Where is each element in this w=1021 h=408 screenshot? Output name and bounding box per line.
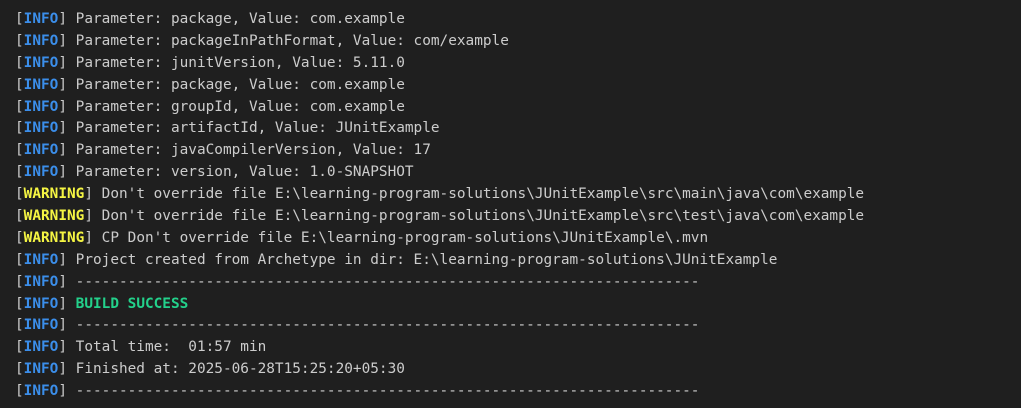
log-bracket-close: ] <box>58 361 67 378</box>
log-bracket-open: [ <box>15 295 24 312</box>
log-message: Parameter: junitVersion, Value: 5.11.0 <box>67 54 405 71</box>
log-bracket-close: ] <box>58 32 67 49</box>
log-bracket-open: [ <box>15 11 24 27</box>
log-message: Don't override file E:\learning-program-… <box>93 186 865 203</box>
log-message: Parameter: version, Value: 1.0-SNAPSHOT <box>67 164 414 181</box>
log-level-info: INFO <box>23 54 59 71</box>
log-level-warning: WARNING <box>23 186 85 203</box>
log-message: Don't override file E:\learning-program-… <box>93 208 865 225</box>
log-line: [INFO] ---------------------------------… <box>15 272 1021 294</box>
log-message: Parameter: artifactId, Value: JUnitExamp… <box>67 120 440 137</box>
log-message: ----------------------------------------… <box>67 317 700 334</box>
log-level-info: INFO <box>23 32 59 49</box>
log-message: ----------------------------------------… <box>67 383 700 400</box>
log-bracket-close: ] <box>58 295 67 312</box>
log-bracket-open: [ <box>15 186 24 203</box>
log-bracket-close: ] <box>58 11 67 27</box>
log-bracket-open: [ <box>15 339 24 356</box>
log-message: Parameter: groupId, Value: com.example <box>67 98 405 115</box>
log-line: [INFO] ---------------------------------… <box>15 315 1021 337</box>
log-line: [INFO] Parameter: packageInPathFormat, V… <box>15 31 1021 53</box>
log-bracket-close: ] <box>58 251 67 268</box>
log-line: [INFO] Parameter: package, Value: com.ex… <box>15 75 1021 97</box>
log-line: [INFO] Parameter: package, Value: com.ex… <box>15 9 1021 31</box>
log-line: [INFO] ---------------------------------… <box>15 381 1021 403</box>
log-bracket-open: [ <box>15 383 24 400</box>
log-bracket-close: ] <box>58 98 67 115</box>
log-message <box>67 296 76 312</box>
log-bracket-open: [ <box>15 229 24 246</box>
build-success-text: BUILD SUCCESS <box>75 295 189 312</box>
log-line: [WARNING] Don't override file E:\learnin… <box>15 206 1021 228</box>
log-level-info: INFO <box>23 383 59 400</box>
log-bracket-close: ] <box>58 317 67 334</box>
log-bracket-close: ] <box>58 273 67 290</box>
log-level-info: INFO <box>23 273 59 290</box>
log-level-info: INFO <box>23 361 59 378</box>
log-line: [INFO] Parameter: version, Value: 1.0-SN… <box>15 162 1021 184</box>
log-bracket-open: [ <box>15 98 24 115</box>
log-level-info: INFO <box>23 98 59 115</box>
log-bracket-open: [ <box>15 54 24 71</box>
log-bracket-open: [ <box>15 142 24 159</box>
log-bracket-open: [ <box>15 317 24 334</box>
log-message: CP Don't override file E:\learning-progr… <box>93 229 709 246</box>
log-message: Finished at: 2025-06-28T15:25:20+05:30 <box>67 361 405 378</box>
log-message: Project created from Archetype in dir: E… <box>67 251 778 268</box>
log-bracket-open: [ <box>15 361 24 378</box>
log-bracket-open: [ <box>15 76 24 93</box>
log-level-info: INFO <box>23 164 59 181</box>
log-line: [INFO] Total time: 01:57 min <box>15 337 1021 359</box>
log-line: [INFO] BUILD SUCCESS <box>15 294 1021 316</box>
log-bracket-close: ] <box>58 54 67 71</box>
log-bracket-open: [ <box>15 208 24 225</box>
log-level-info: INFO <box>23 11 59 27</box>
log-line: [INFO] Parameter: groupId, Value: com.ex… <box>15 97 1021 119</box>
log-message: Parameter: package, Value: com.example <box>67 76 405 93</box>
log-message: Parameter: package, Value: com.example <box>67 11 405 27</box>
log-line: [INFO] Finished at: 2025-06-28T15:25:20+… <box>15 359 1021 381</box>
log-bracket-open: [ <box>15 273 24 290</box>
log-bracket-open: [ <box>15 251 24 268</box>
log-message: Parameter: packageInPathFormat, Value: c… <box>67 32 509 49</box>
log-bracket-open: [ <box>15 32 24 49</box>
log-message: Total time: 01:57 min <box>67 339 267 356</box>
log-bracket-close: ] <box>58 339 67 356</box>
log-bracket-close: ] <box>84 229 93 246</box>
log-level-info: INFO <box>23 76 59 93</box>
log-bracket-open: [ <box>15 164 24 181</box>
log-line: [WARNING] Don't override file E:\learnin… <box>15 184 1021 206</box>
log-message: ----------------------------------------… <box>67 273 700 290</box>
log-level-warning: WARNING <box>23 208 85 225</box>
log-level-info: INFO <box>23 142 59 159</box>
log-bracket-close: ] <box>58 383 67 400</box>
log-bracket-close: ] <box>58 76 67 93</box>
log-line: [INFO] Parameter: junitVersion, Value: 5… <box>15 53 1021 75</box>
log-bracket-open: [ <box>15 120 24 137</box>
terminal-output[interactable]: [INFO] Parameter: package, Value: com.ex… <box>0 0 1021 408</box>
log-level-info: INFO <box>23 120 59 137</box>
log-level-info: INFO <box>23 251 59 268</box>
log-level-info: INFO <box>23 339 59 356</box>
log-level-info: INFO <box>23 295 59 312</box>
log-bracket-close: ] <box>58 164 67 181</box>
log-level-info: INFO <box>23 317 59 334</box>
log-bracket-close: ] <box>84 186 93 203</box>
log-line: [INFO] Parameter: javaCompilerVersion, V… <box>15 140 1021 162</box>
log-line: [INFO] Project created from Archetype in… <box>15 250 1021 272</box>
log-message: Parameter: javaCompilerVersion, Value: 1… <box>67 142 431 159</box>
log-line: [WARNING] CP Don't override file E:\lear… <box>15 228 1021 250</box>
log-level-warning: WARNING <box>23 229 85 246</box>
log-bracket-close: ] <box>84 208 93 225</box>
log-bracket-close: ] <box>58 142 67 159</box>
log-line: [INFO] Parameter: artifactId, Value: JUn… <box>15 118 1021 140</box>
log-bracket-close: ] <box>58 120 67 137</box>
